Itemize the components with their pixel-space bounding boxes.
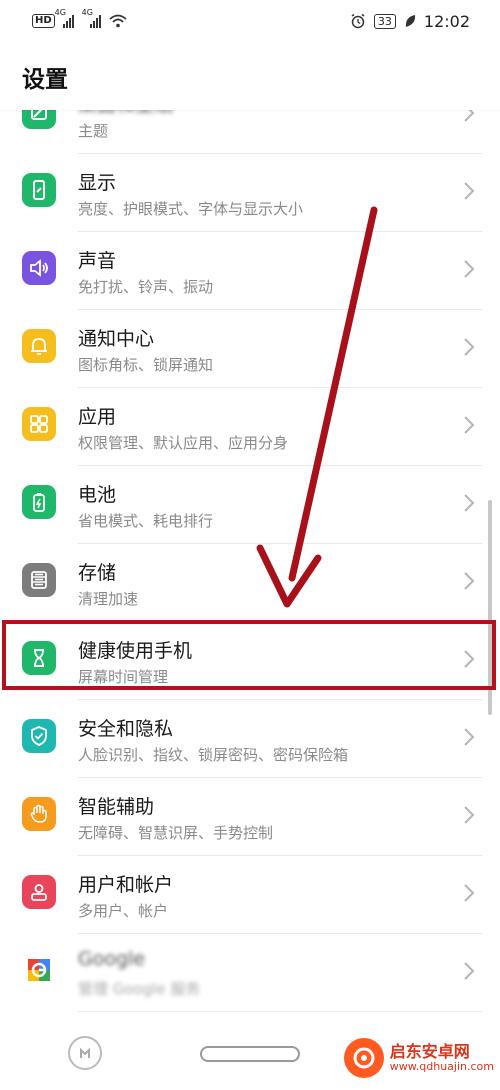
settings-item-title: 存储 bbox=[78, 562, 117, 584]
settings-item-subtitle: 免打扰、铃声、振动 bbox=[78, 278, 214, 296]
watermark: 启东安卓网 www.qdhuajin.com bbox=[343, 1038, 494, 1078]
settings-item-sound[interactable]: 声音 免打扰、铃声、振动 bbox=[0, 232, 500, 310]
settings-item-title: 用户和帐户 bbox=[78, 874, 174, 896]
settings-item-subtitle: 主题 bbox=[78, 122, 109, 140]
chevron-right-icon bbox=[464, 884, 475, 902]
settings-item-title: Google bbox=[78, 948, 146, 970]
settings-item-display[interactable]: 显示 亮度、护眼模式、字体与显示大小 bbox=[0, 154, 500, 232]
bell-icon bbox=[22, 329, 56, 363]
wifi-icon bbox=[109, 14, 127, 28]
page-title: 设置 bbox=[22, 67, 68, 93]
status-bar: HD 4G 4G 33 12:02 bbox=[0, 0, 500, 42]
chevron-right-icon bbox=[464, 494, 475, 512]
chevron-right-icon bbox=[464, 260, 475, 278]
chevron-right-icon bbox=[464, 416, 475, 434]
settings-item-google[interactable]: Google 管理 Google 服务 bbox=[0, 934, 500, 1012]
settings-item-subtitle: 无障碍、智慧识屏、手势控制 bbox=[78, 824, 274, 842]
watermark-logo-icon bbox=[343, 1038, 384, 1078]
watermark-text: 启东安卓网 www.qdhuajin.com bbox=[390, 1043, 494, 1073]
clock-time: 12:02 bbox=[423, 11, 470, 31]
settings-item-subtitle: 管理 Google 服务 bbox=[78, 980, 201, 998]
sound-icon bbox=[22, 251, 56, 285]
storage-icon bbox=[22, 563, 56, 597]
chevron-right-icon bbox=[464, 572, 475, 590]
settings-item-smart-assist[interactable]: 智能辅助 无障碍、智慧识屏、手势控制 bbox=[0, 778, 500, 856]
chevron-right-icon bbox=[464, 650, 475, 668]
settings-item-subtitle: 亮度、护眼模式、字体与显示大小 bbox=[78, 200, 304, 218]
status-right: 33 12:02 bbox=[350, 12, 470, 31]
google-icon bbox=[22, 953, 56, 987]
settings-item-subtitle: 权限管理、默认应用、应用分身 bbox=[78, 434, 289, 452]
settings-item-subtitle: 人脸识别、指纹、锁屏密码、密码保险箱 bbox=[78, 746, 349, 764]
settings-item-title: 安全和隐私 bbox=[78, 718, 174, 740]
settings-item-title: 声音 bbox=[78, 250, 117, 272]
chevron-right-icon bbox=[464, 338, 475, 356]
shield-icon bbox=[22, 719, 56, 753]
signal-icon: 4G bbox=[55, 8, 74, 28]
settings-item-subtitle: 图标角标、锁屏通知 bbox=[78, 356, 214, 374]
chevron-right-icon bbox=[464, 806, 475, 824]
settings-item-users[interactable]: 用户和帐户 多用户、帐户 bbox=[0, 856, 500, 934]
chevron-right-icon bbox=[464, 962, 475, 980]
settings-item-subtitle: 清理加速 bbox=[78, 590, 139, 608]
hourglass-icon bbox=[22, 641, 56, 675]
scrollbar[interactable] bbox=[488, 500, 492, 715]
display-icon bbox=[22, 173, 56, 207]
settings-item-battery[interactable]: 电池 省电模式、耗电排行 bbox=[0, 466, 500, 544]
settings-item-apps[interactable]: 应用 权限管理、默认应用、应用分身 bbox=[0, 388, 500, 466]
settings-item-title: 通知中心 bbox=[78, 328, 155, 350]
assistant-icon bbox=[80, 1047, 90, 1058]
settings-item-storage[interactable]: 存储 清理加速 bbox=[0, 544, 500, 622]
battery-indicator: 33 bbox=[373, 13, 396, 29]
hand-icon bbox=[22, 797, 56, 831]
apps-icon bbox=[22, 407, 56, 441]
status-left: HD 4G 4G bbox=[32, 8, 127, 28]
chevron-right-icon bbox=[464, 182, 475, 200]
settings-item-subtitle: 省电模式、耗电排行 bbox=[78, 512, 214, 530]
settings-item-title: 电池 bbox=[78, 484, 117, 506]
home-gesture-bar[interactable] bbox=[200, 1046, 300, 1062]
hd-badge: HD bbox=[32, 14, 55, 28]
settings-item-title: 显示 bbox=[78, 172, 117, 194]
settings-item-title: 应用 bbox=[78, 406, 117, 428]
settings-item-subtitle: 多用户、帐户 bbox=[78, 902, 169, 920]
battery-icon bbox=[22, 485, 56, 519]
settings-item-title: 健康使用手机 bbox=[78, 640, 193, 662]
chevron-right-icon bbox=[464, 728, 475, 746]
user-icon bbox=[22, 875, 56, 909]
watermark-url: www.qdhuajin.com bbox=[389, 1059, 494, 1073]
signal-icon: 4G bbox=[82, 8, 101, 28]
settings-item-subtitle: 屏幕时间管理 bbox=[78, 668, 169, 686]
assistant-button[interactable] bbox=[68, 1036, 102, 1070]
settings-item-notifications[interactable]: 通知中心 图标角标、锁屏通知 bbox=[0, 310, 500, 388]
settings-item-title: 智能辅助 bbox=[78, 796, 155, 818]
settings-item-digital-balance[interactable]: 健康使用手机 屏幕时间管理 bbox=[0, 622, 500, 700]
leaf-icon bbox=[405, 15, 415, 27]
title-bar: 设置 bbox=[0, 42, 500, 110]
settings-item-security[interactable]: 安全和隐私 人脸识别、指纹、锁屏密码、密码保险箱 bbox=[0, 700, 500, 778]
alarm-icon bbox=[351, 13, 365, 29]
watermark-name: 启东安卓网 bbox=[389, 1042, 470, 1062]
